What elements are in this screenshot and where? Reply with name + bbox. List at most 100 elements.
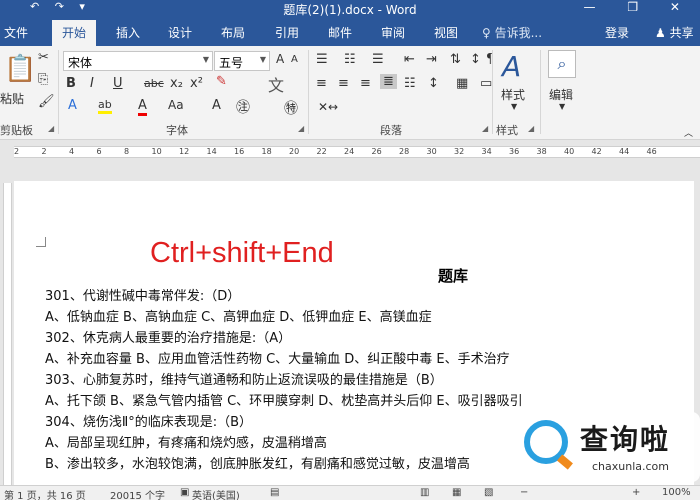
shrink-font-icon[interactable]: A [291, 54, 298, 65]
shading-icon[interactable]: ▦ [456, 76, 468, 91]
watermark-url: chaxunla.com [592, 460, 669, 473]
strikethrough-icon[interactable]: abc [144, 77, 164, 90]
print-layout-icon[interactable]: ▦ [452, 487, 461, 498]
font-color-icon[interactable]: A [138, 98, 147, 116]
separator [58, 50, 59, 134]
zoom-in-icon[interactable]: + [632, 487, 640, 498]
ruler-number: 34 [481, 147, 492, 156]
tab-design[interactable]: 设计 [168, 24, 192, 41]
tab-review[interactable]: 审阅 [381, 24, 405, 41]
chinese-layout-icon[interactable]: ✕↔ [318, 100, 338, 114]
show-marks-icon[interactable]: ¶ [486, 52, 494, 67]
enclosed-char-icon[interactable]: ㊟ [236, 97, 250, 117]
window-controls[interactable]: — ❐ ✕ [584, 0, 694, 14]
increase-indent-icon[interactable]: ⇥ [426, 52, 437, 67]
status-language[interactable]: 英语(美国) [192, 487, 240, 500]
tab-file[interactable]: 文件 [4, 24, 28, 41]
status-words[interactable]: 20015 个字 [110, 487, 165, 500]
status-page[interactable]: 第 1 页，共 16 页 [4, 487, 86, 500]
char-border-icon[interactable]: ㊕ [284, 98, 298, 118]
zoom-level[interactable]: 100% [662, 487, 691, 498]
bold-icon[interactable]: B [66, 76, 76, 91]
separator [492, 50, 493, 134]
shortcut-overlay-text: Ctrl+shift+End [150, 237, 334, 269]
paragraph-launcher-icon[interactable]: ◢ [482, 124, 488, 133]
share-button[interactable]: ♟ 共享 [655, 24, 694, 41]
bullets-icon[interactable]: ☰ [316, 52, 328, 67]
tab-mailings[interactable]: 邮件 [328, 24, 352, 41]
sort-icon[interactable]: ⇅ [450, 52, 461, 67]
font-size-value: 五号 [219, 56, 244, 70]
clipboard-launcher-icon[interactable]: ◢ [48, 124, 54, 133]
vertical-ruler[interactable] [0, 163, 14, 485]
phonetic-guide-icon[interactable]: 文 [268, 72, 284, 96]
tab-references[interactable]: 引用 [275, 24, 299, 41]
document-title: 题库 [438, 267, 469, 285]
tab-insert[interactable]: 插入 [116, 24, 140, 41]
web-layout-icon[interactable]: ▧ [484, 487, 493, 498]
ribbon: 📋 粘贴 ✂ ⎘ 🖌 剪贴板 ◢ 宋体 ▼ 五号 ▼ A A B I U abc… [0, 46, 700, 140]
chevron-down-icon: ▼ [259, 55, 266, 64]
paste-icon[interactable]: 📋 [4, 54, 36, 84]
grow-font-icon[interactable]: A [276, 52, 284, 66]
font-launcher-icon[interactable]: ◢ [298, 124, 304, 133]
paste-label[interactable]: 粘贴 [0, 90, 24, 107]
login-button[interactable]: 登录 [605, 24, 629, 41]
superscript-icon[interactable]: x² [190, 76, 203, 91]
editing-button-label[interactable]: 编辑 [549, 86, 573, 103]
font-size-select[interactable]: 五号 ▼ [214, 51, 270, 71]
styles-launcher-icon[interactable]: ◢ [528, 124, 534, 133]
ruler-number: 44 [619, 147, 630, 156]
justify-icon[interactable]: ≣ [380, 74, 397, 89]
subscript-icon[interactable]: x₂ [170, 76, 183, 91]
chevron-down-icon: ▼ [559, 102, 566, 111]
change-case-icon[interactable]: Aa [168, 98, 184, 112]
align-left-icon[interactable]: ≡ [316, 76, 327, 91]
borders-icon[interactable]: ▭ [480, 76, 492, 91]
doc-line: 304、烧伤浅Ⅱ°的临床表现是:（B） [45, 415, 253, 430]
font-name-select[interactable]: 宋体 ▼ [63, 51, 213, 71]
tab-layout[interactable]: 布局 [221, 24, 245, 41]
tell-me-search[interactable]: ♀ 告诉我... [482, 24, 542, 41]
zoom-out-icon[interactable]: − [520, 487, 528, 498]
styles-button-label[interactable]: 样式 [501, 86, 525, 103]
doc-line: 302、休克病人最重要的治疗措施是:（A） [45, 331, 292, 346]
ruler-number: 8 [124, 147, 130, 156]
align-center-icon[interactable]: ≡ [338, 76, 349, 91]
ruler-number: 6 [96, 147, 102, 156]
read-mode-icon[interactable]: ▥ [420, 487, 429, 498]
horizontal-ruler[interactable]: 2 2 4 6 8 10 12 14 16 18 20 22 24 26 28 30 32 34 36 38 40 42 4… [0, 141, 700, 163]
clear-format-icon[interactable]: ✎ [216, 74, 227, 89]
search-icon[interactable]: ⌕ [548, 50, 576, 78]
ruler-number: 40 [564, 147, 575, 156]
ruler-number: 42 [591, 147, 602, 156]
ruler-number: 26 [371, 147, 382, 156]
chevron-down-icon: ▼ [511, 102, 518, 111]
italic-icon[interactable]: I [90, 76, 94, 91]
styles-icon[interactable]: A [502, 50, 521, 83]
line-spacing-icon[interactable]: ↕ [470, 52, 481, 67]
tab-view[interactable]: 视图 [434, 24, 458, 41]
underline-icon[interactable]: U [113, 76, 123, 91]
watermark-logo: 查询啦 chaxunla.com [514, 412, 700, 482]
font-name-value: 宋体 [68, 56, 93, 70]
text-effects-icon[interactable]: A [68, 98, 77, 113]
tab-home[interactable]: 开始 [52, 20, 97, 46]
doc-line: A、局部呈现红肿，有疼痛和烧灼感，皮温稍增高 [45, 436, 327, 451]
multilevel-list-icon[interactable]: ☰ [372, 52, 384, 67]
cut-icon[interactable]: ✂ [38, 50, 49, 65]
highlight-icon[interactable]: ab [98, 98, 112, 114]
macro-icon[interactable]: ▤ [270, 487, 279, 498]
copy-icon[interactable]: ⎘ [38, 72, 48, 87]
line-spacing-2-icon[interactable]: ↕ [428, 76, 439, 91]
ruler-number: 4 [69, 147, 75, 156]
align-right-icon[interactable]: ≡ [360, 76, 371, 91]
decrease-indent-icon[interactable]: ⇤ [404, 52, 415, 67]
language-icon[interactable]: ▣ [180, 487, 189, 498]
numbering-icon[interactable]: ☷ [344, 52, 356, 67]
collapse-ribbon-icon[interactable]: ︿ [684, 126, 693, 139]
char-shading-icon[interactable]: A [212, 98, 221, 113]
format-painter-icon[interactable]: 🖌 [38, 94, 55, 109]
distributed-icon[interactable]: ☷ [404, 76, 416, 91]
document-body[interactable]: 301、代谢性碱中毒常伴发:（D） A、低钠血症 B、高钠血症 C、高钾血症 D… [45, 285, 523, 474]
